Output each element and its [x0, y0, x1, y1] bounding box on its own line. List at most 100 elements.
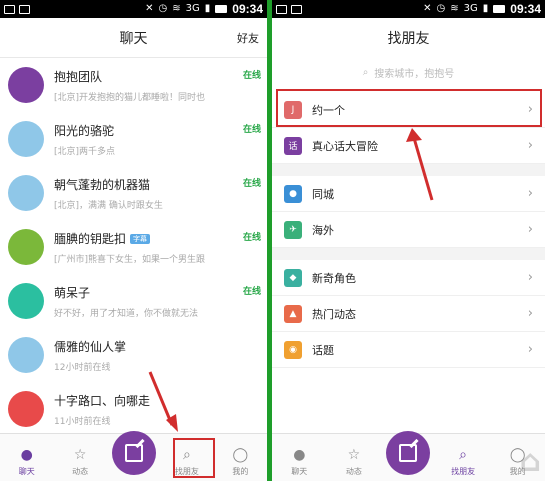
menu-divider	[272, 164, 545, 176]
chat-name-row: 萌呆子	[54, 284, 267, 302]
menu-item-pin[interactable]: ◉ 话题 ›	[272, 332, 545, 368]
find-friends-titlebar: 找朋友	[272, 18, 545, 58]
tab-label: 我的	[232, 467, 249, 476]
avatar[interactable]	[8, 229, 44, 265]
signal-icon: ▮	[204, 3, 211, 14]
online-status: 在线	[242, 125, 261, 135]
chat-item[interactable]: 萌呆子 好不好，用了才知道，你不做就无法 在线	[0, 274, 267, 328]
chat-item[interactable]: 抱抱团队 [北京]开发抱抱的猫儿都睡啦！同时也 在线	[0, 58, 267, 112]
online-status: 在线	[242, 233, 261, 243]
chat-icon: ●	[293, 447, 306, 463]
truth-icon: 话	[284, 136, 302, 155]
find-menu: J 约一个 › 话真心话大冒险 › ● 同城 › ✈ 海外 › ◆ 新奇角色 › ▲ 热门动态 › ◉ 话题 ›	[272, 92, 545, 368]
chevron-right-icon: ›	[527, 306, 533, 321]
compose-button[interactable]	[386, 431, 431, 475]
avatar[interactable]	[8, 175, 44, 211]
search-bar[interactable]: ⌕ 搜索城市，抱抱号	[272, 58, 545, 86]
status-bar: ✕ ◷ ≋ 3G ▮ 09:34	[0, 0, 267, 18]
menu-divider	[272, 248, 545, 260]
chat-name: 萌呆子	[54, 286, 91, 300]
tab-label: 聊天	[18, 467, 35, 476]
ghost-icon: ◆	[284, 268, 302, 287]
bottom-nav: ● 聊天 ☆ 动态 ⌕ 找朋友 ◯ 我的	[272, 431, 545, 481]
avatar[interactable]	[8, 283, 44, 319]
plane-icon: ✈	[284, 220, 302, 239]
chat-preview: 11小时前在线	[54, 416, 111, 427]
chat-body: 抱抱团队 [北京]开发抱抱的猫儿都睡啦！同时也	[54, 68, 267, 103]
chat-name-row: 十字路口、向哪走	[54, 392, 267, 410]
chevron-right-icon: ›	[527, 270, 533, 285]
menu-item-truth[interactable]: 话真心话大冒险 ›	[272, 128, 545, 164]
chat-name: 朝气蓬勃的机器猫	[54, 178, 151, 192]
location-icon: ●	[284, 184, 302, 203]
tab-chat[interactable]: ● 聊天	[272, 433, 327, 481]
tab-compose[interactable]	[381, 431, 436, 481]
chat-name-row: 抱抱团队	[54, 68, 267, 86]
page-title: 聊天	[119, 29, 148, 46]
chat-name: 抱抱团队	[54, 70, 103, 84]
menu-item-fire[interactable]: ▲ 热门动态 ›	[272, 296, 545, 332]
chat-badge: 字幕	[130, 233, 151, 244]
clock: 09:34	[232, 2, 263, 16]
gallery-icon	[4, 4, 15, 14]
menu-item-ghost[interactable]: ◆ 新奇角色 ›	[272, 260, 545, 296]
watermark-logo: ⌂	[519, 444, 541, 479]
chat-item[interactable]: 腼腆的钥匙扣 字幕 [广州市]熊喜下女生，如果一个男生跟 在线	[0, 220, 267, 274]
tab-star[interactable]: ☆ 动态	[53, 433, 106, 481]
menu-item-plane[interactable]: ✈ 海外 ›	[272, 212, 545, 248]
chat-preview: 12小时前在线	[54, 362, 111, 373]
chat-screen: ✕ ◷ ≋ 3G ▮ 09:34 聊天 好友 抱抱团队 [北京]开发抱抱的猫儿都睡…	[0, 0, 267, 481]
chat-item[interactable]: 阳光的骆驼 [北京]两千多点 在线	[0, 112, 267, 166]
menu-item-label: 热门动态	[312, 307, 356, 321]
chevron-right-icon: ›	[527, 186, 533, 201]
chat-list: 抱抱团队 [北京]开发抱抱的猫儿都睡啦！同时也 在线 阳光的骆驼 [北京]两千多点 在线朝…	[0, 58, 267, 436]
battery-icon	[215, 5, 228, 13]
chat-body: 阳光的骆驼 [北京]两千多点	[54, 122, 267, 157]
tab-compose[interactable]	[107, 431, 160, 481]
chat-preview: [北京]开发抱抱的猫儿都睡啦！同时也	[54, 92, 206, 103]
highlight-frame-find-friends-tab	[447, 438, 489, 478]
menu-item-location[interactable]: ● 同城 ›	[272, 176, 545, 212]
mute-icon: ✕	[423, 3, 432, 14]
page-title: 找朋友	[387, 30, 430, 46]
find-friends-screen: ✕ ◷ ≋ 3G ▮ 09:34 找朋友 ⌕ 搜索城市，抱抱号 J 约一个 › 话真心…	[272, 0, 545, 481]
compose-icon	[124, 444, 143, 462]
friends-button[interactable]: 好友	[237, 30, 259, 46]
chevron-right-icon: ›	[527, 222, 533, 237]
tab-label: 聊天	[291, 467, 308, 476]
tab-profile[interactable]: ◯ 我的	[214, 433, 267, 481]
chat-name-row: 儒雅的仙人掌	[54, 338, 267, 356]
tab-star[interactable]: ☆ 动态	[327, 433, 382, 481]
menu-item-label: 同城	[312, 187, 334, 201]
avatar[interactable]	[8, 67, 44, 103]
fire-icon: ▲	[284, 304, 302, 323]
online-status: 在线	[242, 287, 261, 297]
star-icon: ☆	[347, 447, 361, 463]
tab-label: 动态	[72, 467, 89, 476]
chat-preview: [北京]两千多点	[54, 146, 116, 157]
avatar[interactable]	[8, 391, 44, 427]
online-status: 在线	[242, 179, 261, 189]
network-label: 3G	[463, 3, 478, 14]
chat-item[interactable]: 十字路口、向哪走 11小时前在线	[0, 382, 267, 436]
status-bar: ✕ ◷ ≋ 3G ▮ 09:34	[272, 0, 545, 18]
compose-button[interactable]	[111, 431, 156, 475]
alarm-icon: ◷	[158, 3, 168, 14]
avatar[interactable]	[8, 121, 44, 157]
chat-name-row: 阳光的骆驼	[54, 122, 267, 140]
chat-preview: [北京]，满满 确认时跟女生	[54, 200, 163, 211]
menu-item-label: 海外	[312, 223, 334, 237]
gallery-icon	[276, 4, 287, 14]
chat-body: 腼腆的钥匙扣 字幕 [广州市]熊喜下女生，如果一个男生跟	[54, 230, 267, 265]
tab-chat[interactable]: ● 聊天	[0, 433, 53, 481]
chat-item[interactable]: 朝气蓬勃的机器猫 [北京]，满满 确认时跟女生 在线	[0, 166, 267, 220]
clock: 09:34	[510, 2, 541, 16]
chat-item[interactable]: 儒雅的仙人掌 12小时前在线	[0, 328, 267, 382]
battery-icon	[493, 5, 506, 13]
avatar[interactable]	[8, 337, 44, 373]
wifi-icon: ≋	[450, 3, 459, 14]
bottom-nav: ● 聊天 ☆ 动态 ⌕ 找朋友 ◯ 我的	[0, 431, 267, 481]
search-placeholder: 搜索城市，抱抱号	[374, 68, 455, 80]
alarm-icon: ◷	[436, 3, 446, 14]
chat-name-row: 朝气蓬勃的机器猫	[54, 176, 267, 194]
